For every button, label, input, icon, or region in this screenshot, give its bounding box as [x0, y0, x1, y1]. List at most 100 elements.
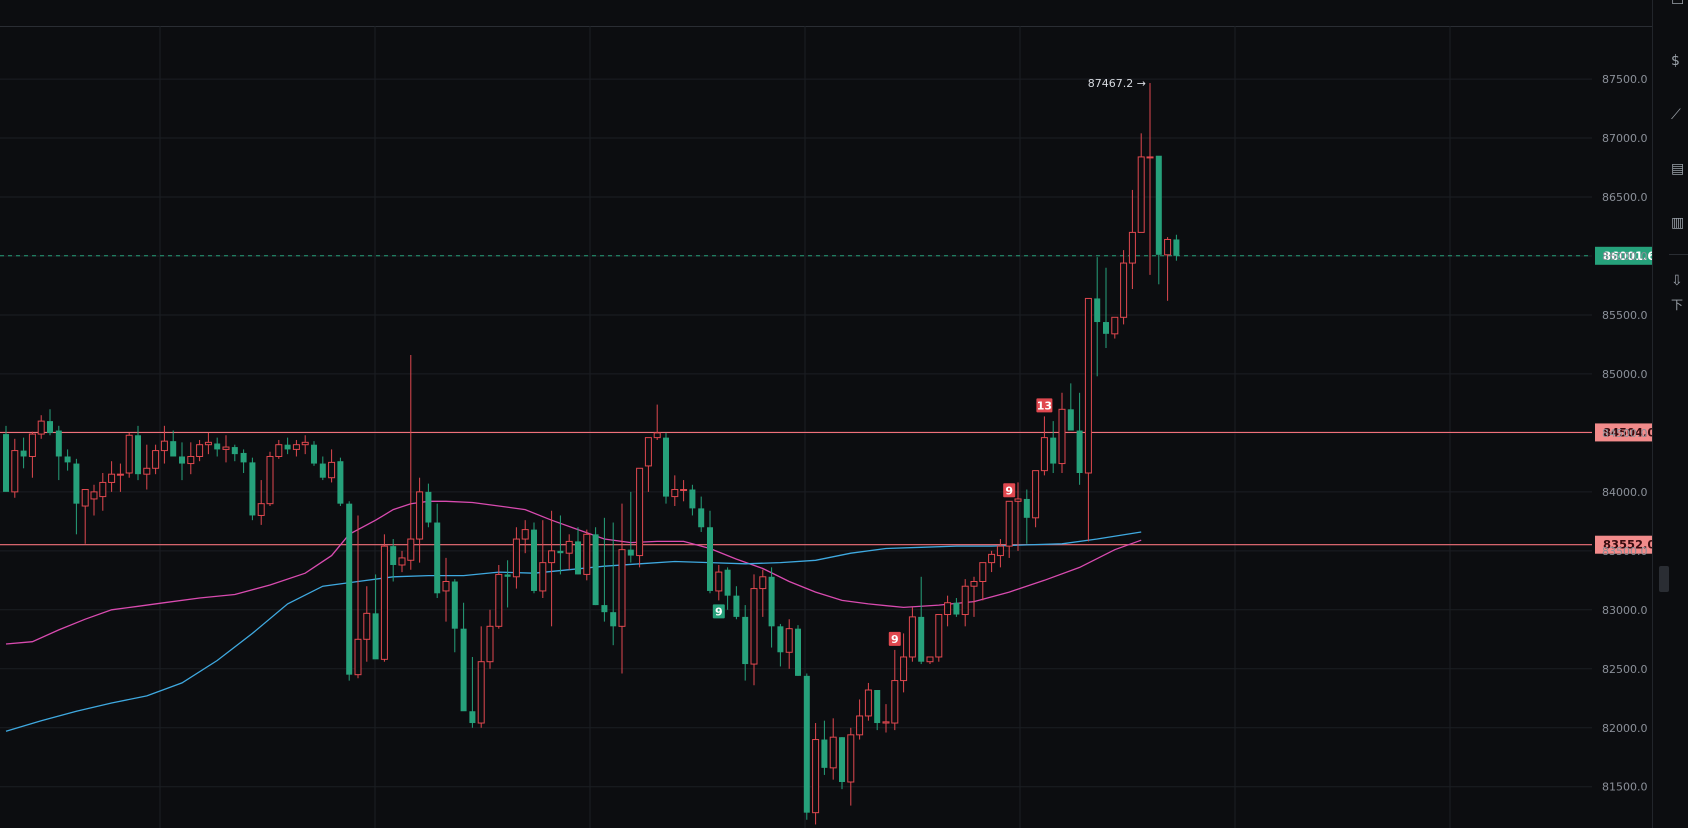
y-tick-label: 87500.0	[1602, 73, 1648, 86]
y-tick-label: 82000.0	[1602, 722, 1648, 735]
candle	[1067, 383, 1074, 431]
candle-body	[856, 715, 864, 736]
etf-doc-icon[interactable]: ▥	[1671, 214, 1688, 232]
candle	[28, 431, 36, 478]
candle	[768, 567, 775, 648]
candle	[249, 457, 256, 521]
candle-body	[222, 446, 230, 450]
candle-body	[698, 508, 705, 528]
candle-body	[380, 545, 388, 660]
candle-body	[988, 553, 996, 564]
candle	[20, 437, 27, 469]
candle-body	[1005, 500, 1013, 547]
candle-body	[601, 605, 608, 613]
candle	[170, 430, 177, 457]
candle-body	[565, 540, 573, 554]
candle-body	[319, 463, 326, 478]
candle-body	[636, 467, 644, 557]
download-icon[interactable]: ⇩	[1671, 272, 1688, 290]
y-tick-label: 82500.0	[1602, 663, 1648, 676]
candle	[204, 432, 212, 455]
collapse-handle[interactable]	[1659, 566, 1669, 592]
candle-body	[707, 527, 713, 591]
candle	[328, 449, 336, 483]
candle	[257, 480, 265, 525]
candle	[179, 442, 185, 481]
candle-body	[918, 616, 925, 662]
candle	[1058, 392, 1066, 473]
candle	[671, 475, 679, 507]
candle-body	[795, 628, 801, 676]
candle-body	[1146, 156, 1154, 159]
candle	[874, 690, 881, 731]
candle-body	[1076, 430, 1083, 473]
candle-body	[1155, 155, 1162, 255]
candle-body	[839, 737, 845, 783]
candle-body	[803, 675, 810, 813]
candle	[636, 467, 644, 568]
candle	[346, 501, 353, 681]
candle	[434, 503, 441, 599]
candle-body	[301, 441, 309, 446]
sequential-marker: 9	[888, 631, 901, 646]
candle	[398, 550, 406, 573]
candle	[1155, 155, 1162, 285]
candle-body	[266, 455, 274, 505]
sequential-marker-label: 9	[891, 633, 899, 646]
candle-body	[469, 711, 476, 724]
candle-body	[3, 434, 9, 492]
candle	[953, 598, 960, 617]
trend-chart-icon[interactable]: ⟋	[1671, 106, 1688, 124]
right-sidebar: ▭ $ ⟋ ▤ ▥ ⇩ 下	[1652, 0, 1688, 828]
candle	[583, 529, 591, 581]
sequential-marker-label: 9	[715, 605, 723, 618]
candle	[970, 576, 978, 617]
candle-body	[935, 614, 943, 658]
candle	[275, 439, 283, 459]
candle	[944, 595, 952, 627]
candle-body	[346, 503, 353, 675]
candle	[37, 415, 45, 439]
candle	[627, 491, 634, 563]
candle-body	[583, 533, 591, 575]
candle-body	[240, 452, 247, 463]
candle	[90, 484, 98, 516]
candle	[125, 432, 133, 478]
y-tick-label: 84500.0	[1602, 427, 1648, 440]
candle-body	[1111, 316, 1119, 335]
candle	[152, 444, 160, 475]
y-tick-label: 87000.0	[1602, 132, 1648, 145]
y-axis: 81500.0 82000.0 82500.0 83000.0 83500.0 84000…	[1602, 73, 1648, 794]
candle	[319, 456, 326, 481]
calendar-icon[interactable]: ▭	[1671, 0, 1688, 10]
candle-body	[37, 420, 45, 435]
candle	[1103, 267, 1109, 348]
candle	[363, 586, 371, 662]
candle	[81, 489, 89, 544]
candle-body	[1067, 409, 1074, 431]
candle	[812, 723, 820, 825]
candle-body	[337, 461, 344, 504]
candle-body	[785, 628, 793, 653]
candle	[618, 503, 626, 674]
candle	[856, 699, 864, 740]
candle-body	[1103, 322, 1109, 334]
candle-body	[680, 489, 688, 492]
candle-body	[55, 430, 62, 457]
candle	[451, 579, 458, 653]
candle-body	[1014, 498, 1022, 502]
candle-body	[477, 661, 485, 724]
candle	[680, 480, 688, 502]
y-tick-label: 86500.0	[1602, 191, 1648, 204]
candle	[785, 619, 793, 669]
candle-body	[900, 656, 908, 682]
y-tick-label: 83000.0	[1602, 604, 1648, 617]
candle	[601, 517, 608, 622]
monitor-chart-icon[interactable]: ▤	[1671, 160, 1688, 178]
candle-body	[442, 581, 450, 592]
candle	[231, 444, 238, 462]
candle-body	[143, 467, 151, 475]
dollar-doc-icon[interactable]: $	[1671, 52, 1688, 70]
candle-body	[961, 585, 969, 616]
price-chart[interactable]: 84504.083552.086001.6 87467.2 → 9 9 9 13 81…	[0, 0, 1652, 828]
